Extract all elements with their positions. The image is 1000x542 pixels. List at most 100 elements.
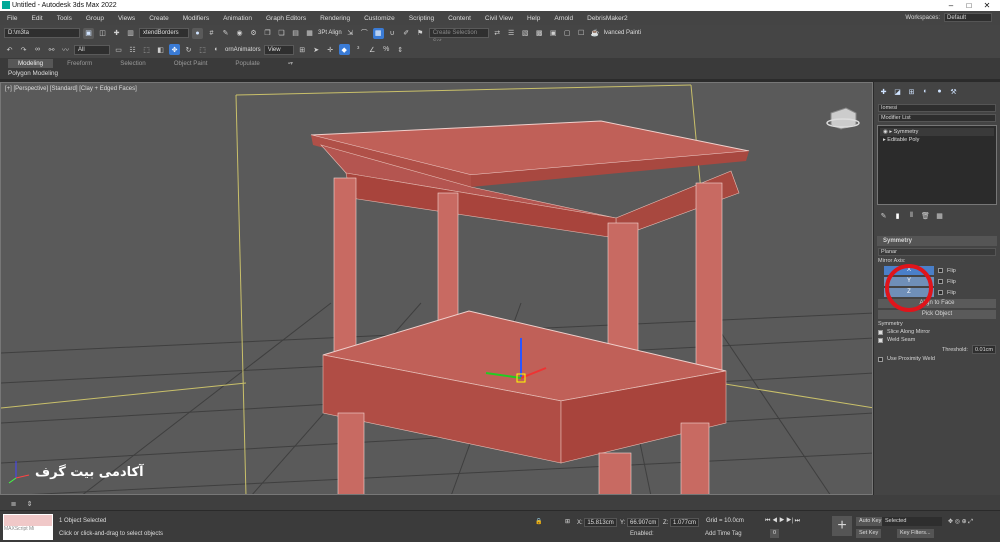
tab-object-paint[interactable]: Object Paint xyxy=(160,60,222,67)
wand-icon[interactable]: ✎ xyxy=(220,28,231,39)
weld-checkbox[interactable] xyxy=(878,337,883,343)
array-icon[interactable]: ▦ xyxy=(304,28,315,39)
flip-z-checkbox[interactable] xyxy=(938,290,943,295)
menu-modifiers[interactable]: Modifiers xyxy=(176,15,216,22)
viewport-label[interactable]: [+] [Perspective] [Standard] [Clay + Edg… xyxy=(5,86,137,92)
snap-toggle-icon[interactable]: ▦ xyxy=(372,27,384,39)
close-button[interactable]: ✕ xyxy=(978,0,996,11)
minimize-button[interactable]: – xyxy=(942,0,960,11)
manipulate-icon[interactable]: ✛ xyxy=(325,44,336,55)
material-icon[interactable]: ◉ xyxy=(234,28,245,39)
menu-help[interactable]: Help xyxy=(520,15,547,22)
window-crossing-icon[interactable]: ◧ xyxy=(155,44,166,55)
menu-debrismaker[interactable]: DebrisMaker2 xyxy=(580,15,634,22)
spinner-snap-icon[interactable]: ⇕ xyxy=(395,44,406,55)
mirror-icon[interactable]: ⇄ xyxy=(492,28,503,39)
ribbon-options-icon[interactable]: ▪▾ xyxy=(274,60,307,67)
tab-modeling[interactable]: Modeling xyxy=(8,59,54,68)
pick-object-button[interactable]: Pick Object xyxy=(878,310,996,319)
menu-create[interactable]: Create xyxy=(142,15,176,22)
symmetry-rollout-header[interactable]: Symmetry xyxy=(877,236,997,246)
bind-icon[interactable]: 〰 xyxy=(60,44,71,55)
unlink-icon[interactable]: ⚯ xyxy=(46,44,57,55)
absolute-mode-icon[interactable]: ⊞ xyxy=(565,518,570,525)
scale-tool-icon[interactable]: ⬚ xyxy=(197,44,208,55)
flip-x-checkbox[interactable] xyxy=(938,268,943,273)
display-tab-icon[interactable]: ● xyxy=(934,86,945,97)
menu-edit[interactable]: Edit xyxy=(24,15,49,22)
auto-key-button[interactable]: Auto Key xyxy=(856,517,885,526)
link-icon[interactable]: ∞ xyxy=(32,44,43,55)
percent-snap-icon[interactable]: % xyxy=(381,44,392,55)
ribbon-panel[interactable]: Polygon Modeling xyxy=(0,69,1000,79)
pivot-icon[interactable]: ⊞ xyxy=(297,44,308,55)
workspaces-dropdown[interactable]: Default xyxy=(944,13,992,22)
menu-scripting[interactable]: Scripting xyxy=(402,15,441,22)
animators-label[interactable]: ornAnimators xyxy=(225,47,261,53)
timeline-bar[interactable]: ≣ ⇕ xyxy=(0,495,1000,511)
undo-icon[interactable]: ↶ xyxy=(4,44,15,55)
render-setup-icon[interactable]: ▢ xyxy=(562,28,573,39)
grid-icon[interactable]: # xyxy=(206,28,217,39)
chart-icon[interactable]: ▥ xyxy=(125,28,136,39)
layer-icon[interactable]: ▤ xyxy=(290,28,301,39)
reference-coord[interactable]: View xyxy=(263,44,294,55)
remove-modifier-icon[interactable]: 🗑 xyxy=(920,210,931,221)
teapot-icon[interactable]: ☕ xyxy=(590,28,601,39)
menu-animation[interactable]: Animation xyxy=(216,15,259,22)
symmetry-mode-dropdown[interactable]: Planar xyxy=(878,248,996,256)
expand-timeline-icon[interactable]: ⇕ xyxy=(24,498,35,509)
tab-freeform[interactable]: Freeform xyxy=(53,60,106,67)
snap3-icon[interactable]: ³ xyxy=(353,44,364,55)
stack-item-symmetry[interactable]: ◉ ▸ Symmetry xyxy=(880,128,994,136)
tools-icon[interactable]: ⚙ xyxy=(248,28,259,39)
copy-icon[interactable]: ❐ xyxy=(262,28,273,39)
configure-sets-icon[interactable]: ▦ xyxy=(934,210,945,221)
pin-stack-icon[interactable]: ✎ xyxy=(878,210,889,221)
threshold-input[interactable]: 0.01cm xyxy=(971,345,996,354)
menu-content[interactable]: Content xyxy=(441,15,478,22)
tab-populate[interactable]: Populate xyxy=(221,60,273,67)
selected-dropdown[interactable]: Selected xyxy=(882,517,942,526)
menu-rendering[interactable]: Rendering xyxy=(313,15,357,22)
create-tab-icon[interactable]: ✚ xyxy=(878,86,889,97)
redo-icon[interactable]: ↷ xyxy=(18,44,29,55)
eye-icon[interactable]: ◉ ▸ xyxy=(883,129,894,135)
schematic-icon[interactable]: ▩ xyxy=(534,28,545,39)
menu-views[interactable]: Views xyxy=(111,15,142,22)
project-path[interactable]: D:\m3ta xyxy=(4,28,80,38)
align-label[interactable]: 3Pt Align xyxy=(318,30,342,36)
folder-icon[interactable]: ▣ xyxy=(83,27,94,39)
advanced-painting[interactable]: lvanced Painti xyxy=(604,30,641,36)
slice-checkbox[interactable] xyxy=(878,329,883,335)
playback-controls[interactable]: ⏮ ◀ ▶ ▶| ⏭ xyxy=(765,518,800,525)
z-coord-input[interactable]: 1.077cm xyxy=(670,518,700,527)
named-selection[interactable]: Create Selection Set xyxy=(428,28,489,45)
render-icon[interactable]: ✚ xyxy=(111,28,122,39)
material-editor-icon[interactable]: ▣ xyxy=(548,28,559,39)
proximity-checkbox[interactable] xyxy=(878,356,883,362)
maxscript-listener[interactable]: MAXScript Mi xyxy=(3,514,53,540)
clone-icon[interactable]: ❏ xyxy=(276,28,287,39)
snap-icon[interactable]: ⌒ xyxy=(359,28,370,39)
menu-file[interactable]: File xyxy=(0,15,24,22)
flip-y-checkbox[interactable] xyxy=(938,279,943,284)
selection-sets-field[interactable]: xtendBorders xyxy=(139,28,189,38)
selection-filter[interactable]: All xyxy=(74,44,110,55)
layers-icon[interactable]: ☰ xyxy=(506,28,517,39)
utilities-tab-icon[interactable]: ⚒ xyxy=(948,86,959,97)
tab-selection[interactable]: Selection xyxy=(106,60,159,67)
menu-customize[interactable]: Customize xyxy=(357,15,402,22)
key-filters-button[interactable]: Key Filters... xyxy=(897,529,934,538)
rotate-icon[interactable]: ↻ xyxy=(183,44,194,55)
select-by-name-icon[interactable]: ☷ xyxy=(127,44,138,55)
swatch-icon[interactable]: ◫ xyxy=(97,28,108,39)
place-icon[interactable]: ◐ xyxy=(211,44,222,55)
menu-graph-editors[interactable]: Graph Editors xyxy=(259,15,313,22)
motion-tab-icon[interactable]: ◐ xyxy=(920,86,931,97)
menu-arnold[interactable]: Arnold xyxy=(547,15,580,22)
graph-icon[interactable]: ▧ xyxy=(520,28,531,39)
angle-snap-icon[interactable]: ∠ xyxy=(367,44,378,55)
menu-group[interactable]: Group xyxy=(79,15,111,22)
keyboard-shortcut-icon[interactable]: ◆ xyxy=(338,44,350,55)
